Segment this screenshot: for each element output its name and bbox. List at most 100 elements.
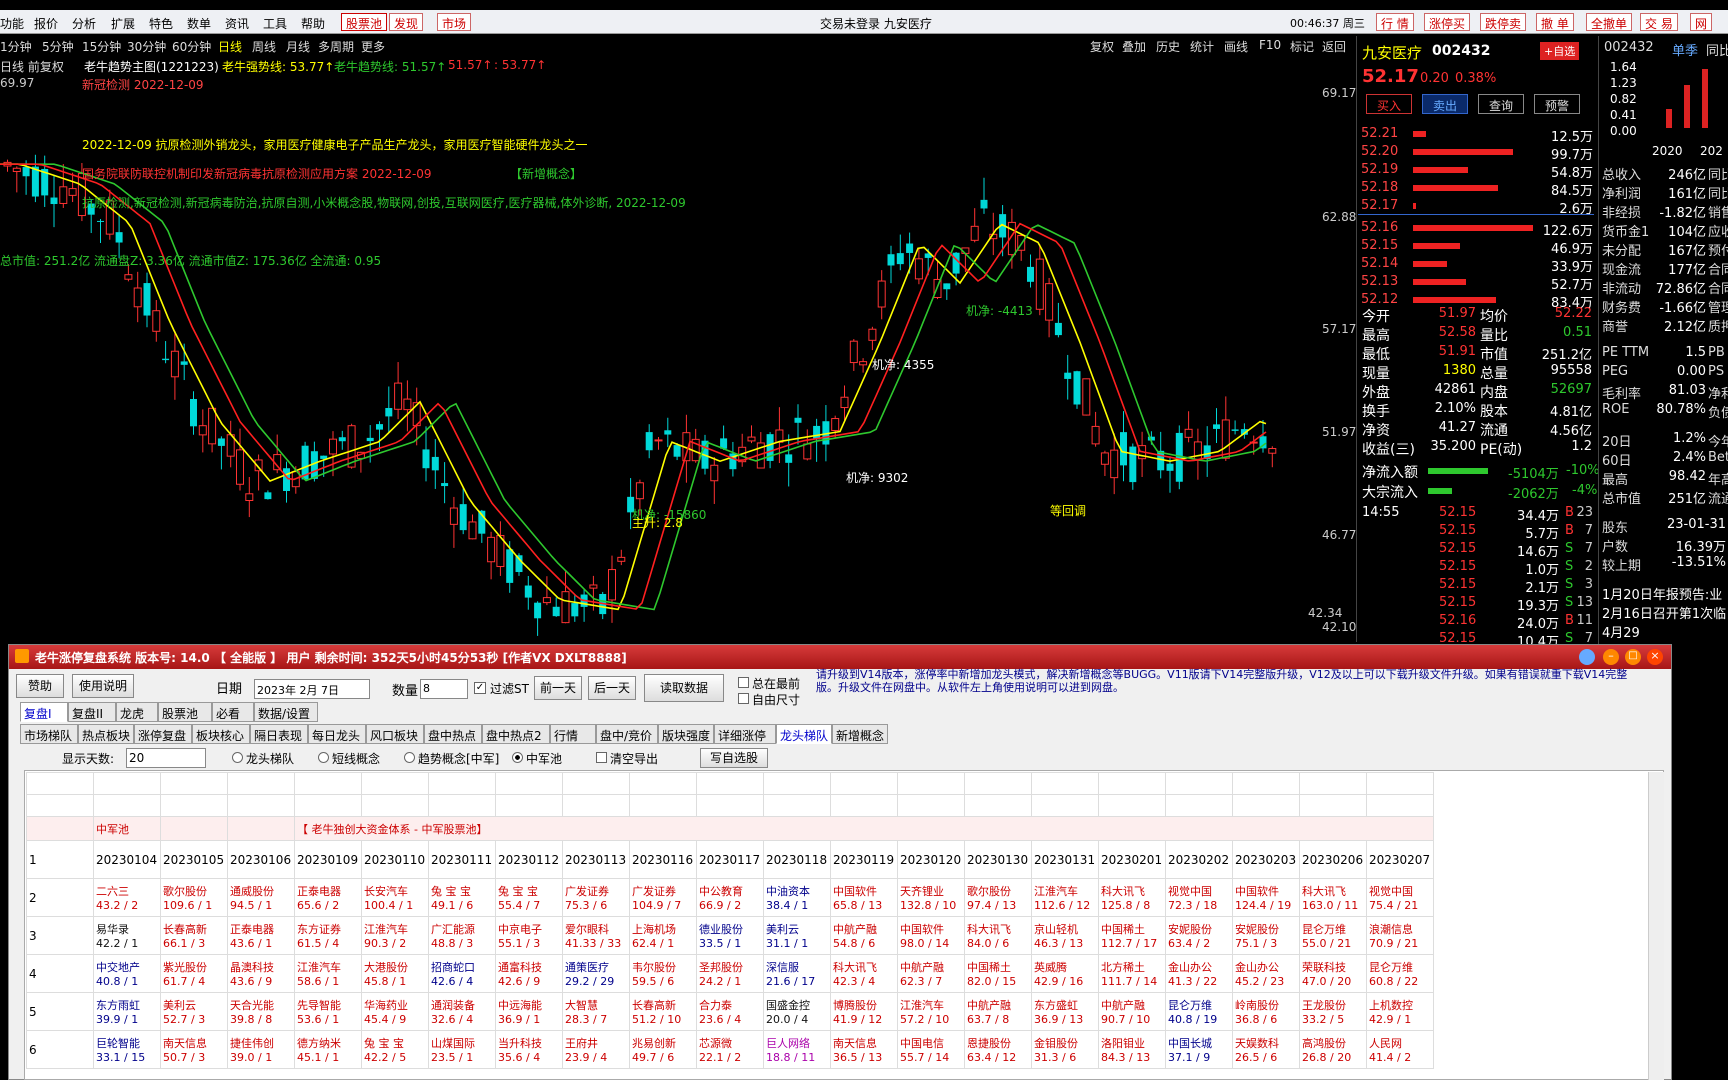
date-header[interactable]: 20230120 [897,840,965,879]
overlay-button[interactable]: 叠加 [1122,38,1146,55]
stock-cell[interactable]: 科大讯飞 42.3 / 4 [830,954,898,993]
date-header[interactable]: 20230104 [93,840,161,879]
stock-cell[interactable]: 广发证券 75.3 / 6 [562,878,630,917]
stock-cell[interactable]: 北方稀土 111.7 / 14 [1098,954,1166,993]
draw-button[interactable]: 画线 [1224,38,1248,55]
bid-row[interactable]: 52.16 122.6万 [1361,220,1595,239]
clear-export-checkbox[interactable] [596,752,607,763]
stock-cell[interactable]: 中交地产 40.8 / 1 [93,954,161,993]
stock-cell[interactable]: 兔 宝 宝 55.4 / 7 [495,878,563,917]
date-header[interactable]: 20230113 [562,840,630,879]
stock-cell[interactable]: 中航产融 63.7 / 8 [964,992,1032,1031]
stock-cell[interactable]: 通威股份 94.5 / 1 [227,878,295,917]
date-picker[interactable]: 2023年 2月 7日 [254,679,370,699]
maximize-icon[interactable]: □ [1625,649,1641,665]
stock-cell[interactable]: 中国电信 55.7 / 14 [897,1030,965,1069]
stock-cell[interactable]: 晶澳科技 43.6 / 9 [227,954,295,993]
stock-cell[interactable]: 高鸿股份 26.8 / 20 [1299,1030,1367,1069]
period-more[interactable]: 更多 [361,38,385,55]
stock-cell[interactable]: 王龙股份 33.2 / 5 [1299,992,1367,1031]
stock-cell[interactable]: 长春高新 66.1 / 3 [160,916,228,955]
stock-cell[interactable]: 合力泰 23.6 / 4 [696,992,764,1031]
stock-pool-tab[interactable]: 股票池 [341,13,388,31]
stock-cell[interactable]: 东方雨虹 39.9 / 1 [93,992,161,1031]
date-header[interactable]: 20230117 [696,840,764,879]
period-weekly[interactable]: 周线 [252,38,276,55]
buy-button[interactable]: 买入 [1366,94,1412,114]
stock-cell[interactable]: 江淮汽车 57.2 / 10 [897,992,965,1031]
mode-radio[interactable] [512,752,523,763]
stock-cell[interactable]: 二六三 43.2 / 2 [93,878,161,917]
menu-item-special[interactable]: 特色 [149,15,173,32]
stock-cell[interactable]: 通策医疗 29.2 / 29 [562,954,630,993]
sub-tab[interactable]: 盘中热点 [424,724,482,744]
date-header[interactable]: 20230109 [294,840,362,879]
date-header[interactable]: 20230116 [629,840,697,879]
far-yoy-tab[interactable]: 同比 [1706,40,1728,59]
stock-cell[interactable]: 深信服 21.6 / 17 [763,954,831,993]
stock-cell[interactable]: 中公教育 66.9 / 2 [696,878,764,917]
news-item[interactable]: 1月20日年报预告:业 [1602,584,1722,603]
bid-row[interactable]: 52.15 46.9万 [1361,238,1595,257]
stock-cell[interactable]: 兔 宝 宝 42.2 / 5 [361,1030,429,1069]
stock-cell[interactable]: 易华录 42.2 / 1 [93,916,161,955]
ask-row[interactable]: 52.18 84.5万 [1361,180,1595,199]
prev-day-button[interactable]: 前一天 [534,676,582,700]
trade-button[interactable]: 交 易 [1640,13,1678,31]
stock-cell[interactable]: 先导智能 53.6 / 1 [294,992,362,1031]
menu-item-news[interactable]: 资讯 [225,15,249,32]
date-header[interactable]: 20230201 [1098,840,1166,879]
sub-tab[interactable]: 盘中/竞价 [596,724,658,744]
main-tab[interactable]: 复盘I [20,702,68,722]
ask-row[interactable]: 52.20 99.7万 [1361,144,1595,163]
back-button[interactable]: 返回 [1322,38,1346,55]
period-daily[interactable]: 日线 [218,38,242,55]
main-tab[interactable]: 复盘II [68,702,116,722]
date-header[interactable]: 20230202 [1165,840,1233,879]
date-header[interactable]: 20230105 [160,840,228,879]
stock-cell[interactable]: 长春高新 51.2 / 10 [629,992,697,1031]
days-input[interactable]: 20 [126,748,206,768]
read-data-button[interactable]: 读取数据 [644,674,724,702]
main-tab[interactable]: 龙虎 [116,702,158,722]
stock-cell[interactable]: 中国稀土 82.0 / 15 [964,954,1032,993]
stock-cell[interactable]: 爱尔眼科 41.33 / 33 [562,916,630,955]
sub-tab[interactable]: 盘中热点2 [482,724,550,744]
menu-item-tools[interactable]: 工具 [263,15,287,32]
menu-item-help[interactable]: 帮助 [301,15,325,32]
news-item[interactable]: 2月16日召开第1次临 [1602,603,1726,622]
usage-button[interactable]: 使用说明 [72,674,134,698]
stock-cell[interactable]: 安妮股份 75.1 / 3 [1232,916,1300,955]
stock-cell[interactable]: 东方证券 61.5 / 4 [294,916,362,955]
stock-cell[interactable]: 荣联科技 47.0 / 20 [1299,954,1367,993]
mode-radio[interactable] [318,752,329,763]
sub-tab[interactable]: 涨停复盘 [134,724,192,744]
f10-button[interactable]: F10 [1259,38,1281,52]
stock-cell[interactable]: 正泰电器 65.6 / 2 [294,878,362,917]
period-multi[interactable]: 多周期 [318,38,354,55]
date-header[interactable]: 20230119 [830,840,898,879]
stock-cell[interactable]: 中国软件 124.4 / 19 [1232,878,1300,917]
menu-item-extend[interactable]: 扩展 [111,15,135,32]
stock-cell[interactable]: 中国长城 37.1 / 9 [1165,1030,1233,1069]
query-button[interactable]: 查询 [1478,94,1524,114]
sub-tab[interactable]: 版块强度 [658,724,714,744]
sub-tab[interactable]: 行情 [550,724,596,744]
main-tab[interactable]: 数据/设置 [254,702,318,722]
stock-cell[interactable]: 中京电子 55.1 / 3 [495,916,563,955]
cancel-order-button[interactable]: 撤 单 [1536,13,1574,31]
cancel-all-button[interactable]: 全撤单 [1586,13,1633,31]
stock-cell[interactable]: 江淮汽车 58.6 / 1 [294,954,362,993]
stock-cell[interactable]: 人民网 41.4 / 2 [1366,1030,1434,1069]
date-header[interactable]: 20230206 [1299,840,1367,879]
stock-cell[interactable]: 圣邦股份 24.2 / 1 [696,954,764,993]
on-top-checkbox[interactable] [738,677,749,688]
close-icon[interactable]: × [1647,649,1663,665]
stock-cell[interactable]: 巨轮智能 33.1 / 15 [93,1030,161,1069]
stock-cell[interactable]: 通润装备 32.6 / 4 [428,992,496,1031]
stock-cell[interactable]: 大智慧 28.3 / 7 [562,992,630,1031]
sub-tab[interactable]: 热点板块 [78,724,134,744]
add-favorite-button[interactable]: +自选 [1540,42,1580,60]
stock-cell[interactable]: 视觉中国 75.4 / 21 [1366,878,1434,917]
stock-cell[interactable]: 南天信息 50.7 / 3 [160,1030,228,1069]
